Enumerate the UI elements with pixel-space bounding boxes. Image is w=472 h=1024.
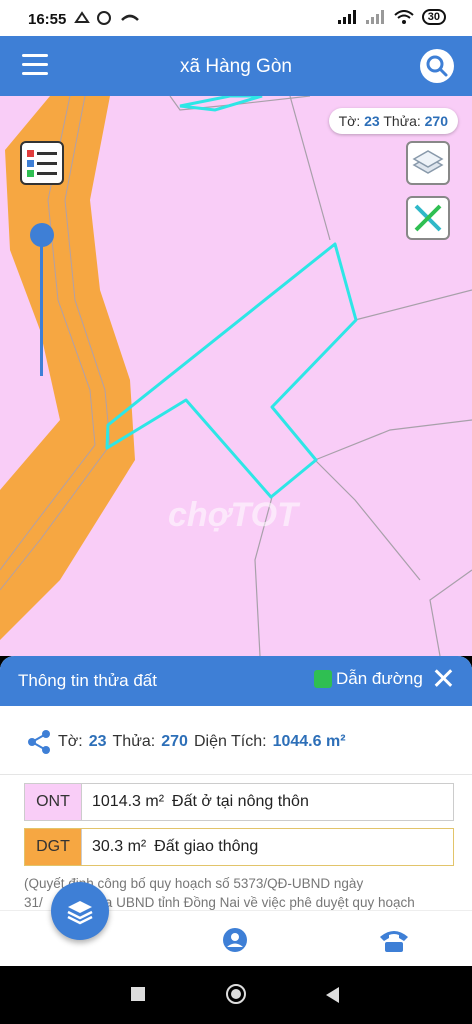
opacity-slider-knob[interactable]: [30, 223, 54, 247]
search-button[interactable]: [420, 49, 454, 83]
info-area-value: 1044.6 m²: [272, 733, 346, 750]
map-layers-icon: [412, 150, 444, 174]
status-right: 30: [337, 9, 446, 25]
land-use-desc: Đất ở tại nông thôn: [172, 793, 309, 810]
note-fragment: 31/: [24, 895, 43, 910]
battery-icon: 30: [421, 9, 446, 25]
close-icon[interactable]: ✕: [431, 665, 456, 695]
notification-icons: [74, 10, 144, 29]
layers-fab[interactable]: [51, 882, 109, 940]
app-title: xã Hàng Gòn: [180, 56, 292, 77]
parcel-badge: Tờ: 23 Thửa: 270: [328, 108, 458, 134]
land-use-row-dgt: DGT 30.3 m² Đất giao thông: [24, 828, 454, 866]
info-to-label: Tờ:: [58, 733, 83, 750]
app-bar: xã Hàng Gòn: [0, 36, 472, 96]
legend-button[interactable]: [20, 141, 64, 185]
badge-thua-value: 270: [424, 113, 448, 129]
note-fragment: của UBND tỉnh Đồng Nai về việc phê duyệt…: [90, 895, 415, 910]
info-thua-label: Thửa:: [112, 733, 156, 750]
wifi-icon: [394, 10, 414, 24]
parcel-boundary: [314, 419, 472, 461]
signal-icon: [337, 10, 356, 24]
directions-label: Dẫn đường: [336, 669, 423, 688]
land-use-area: 1014.3 m²: [92, 793, 165, 810]
measure-button[interactable]: [406, 196, 450, 240]
home-icon[interactable]: [225, 983, 247, 1005]
parcel-summary: Tờ: 23 Thửa: 270 Diện Tích: 1044.6 m²: [26, 729, 346, 755]
parcel-boundary: [289, 96, 331, 241]
panel-title: Thông tin thửa đất: [18, 671, 157, 690]
land-use-code: ONT: [25, 784, 81, 820]
back-icon[interactable]: [324, 986, 340, 1004]
system-nav-bar: [0, 966, 472, 1024]
parcel-boundary: [354, 289, 472, 321]
map-view[interactable]: chợTOT Tờ: 23 Thửa: 270: [0, 96, 472, 656]
info-thua-value: 270: [161, 733, 188, 750]
map-canvas[interactable]: [0, 96, 472, 656]
status-time: 16:55: [28, 11, 67, 28]
share-icon[interactable]: [26, 729, 52, 755]
badge-to-value: 23: [364, 113, 380, 129]
land-use-area: 30.3 m²: [92, 838, 147, 855]
land-use-detail: 30.3 m² Đất giao thông: [81, 829, 453, 865]
land-use-code: DGT: [25, 829, 81, 865]
info-area-label: Diện Tích:: [193, 733, 267, 750]
status-bar: 16:55 30: [0, 0, 472, 36]
account-icon[interactable]: [222, 927, 248, 953]
signal-2-icon: [365, 10, 384, 24]
alarm-icon: [74, 11, 139, 25]
badge-thua-label: Thửa:: [383, 113, 421, 129]
parcel-boundary: [314, 459, 421, 581]
panel-header: Thông tin thửa đất Dẫn đường ✕: [0, 656, 472, 706]
watermark: chợTOT: [168, 496, 298, 534]
layers-3d-button[interactable]: [406, 141, 450, 185]
info-to-value: 23: [88, 733, 107, 750]
land-use-row-ont: ONT 1014.3 m² Đất ở tại nông thôn: [24, 783, 454, 821]
land-use-detail: 1014.3 m² Đất ở tại nông thôn: [81, 784, 453, 820]
divider: [0, 774, 472, 775]
phone-icon[interactable]: [378, 927, 410, 953]
legend-icon: [27, 150, 57, 177]
search-icon: [426, 55, 448, 77]
badge-to-label: Tờ:: [338, 113, 361, 129]
directions-button[interactable]: Dẫn đường: [314, 669, 423, 689]
land-use-desc: Đất giao thông: [154, 838, 259, 855]
recents-icon[interactable]: [130, 986, 146, 1002]
layers-icon: [67, 901, 93, 925]
opacity-slider-track[interactable]: [40, 234, 43, 376]
parcel-boundary: [429, 569, 472, 656]
directions-icon: [314, 670, 332, 688]
ruler-icon: [414, 204, 442, 232]
